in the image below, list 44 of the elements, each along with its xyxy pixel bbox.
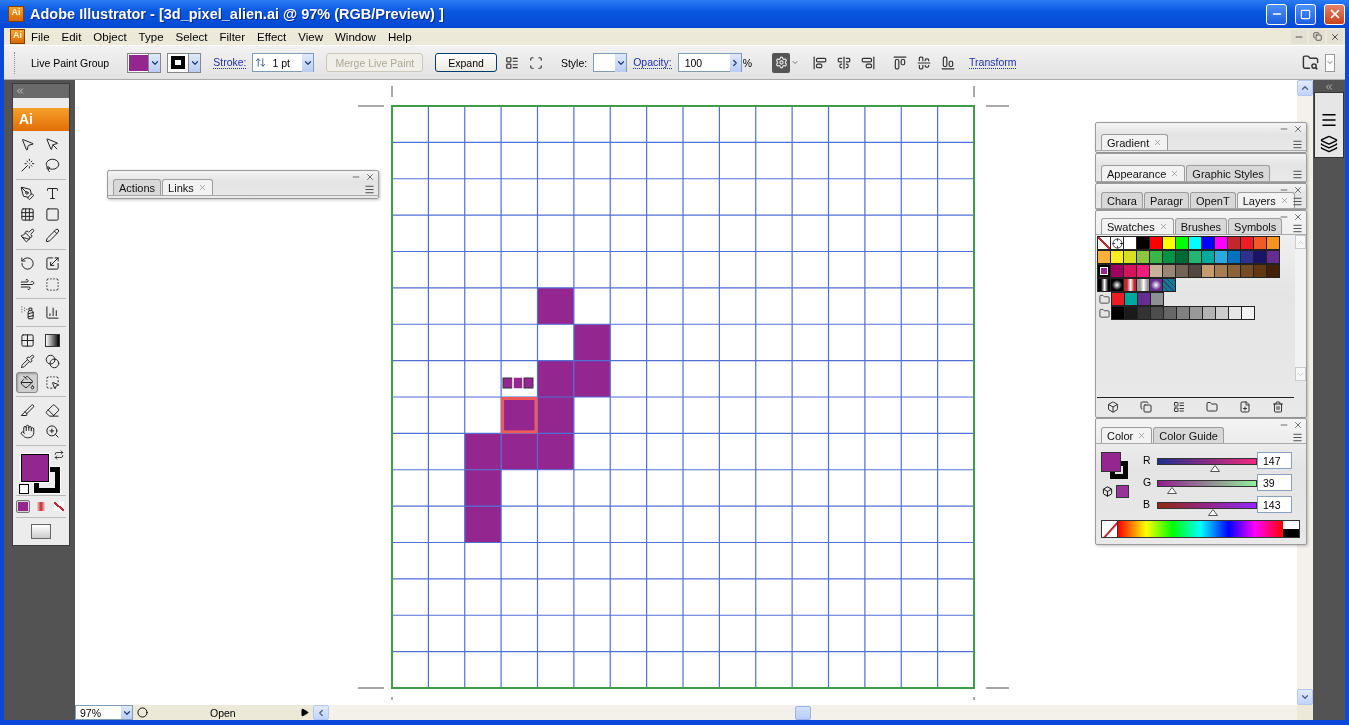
panel-tab[interactable]: OpenT <box>1190 192 1236 208</box>
stroke-weight-field[interactable]: 1 pt <box>252 53 315 72</box>
panel-tab[interactable]: Color Guide <box>1153 427 1224 443</box>
panel-tab[interactable]: Brushes <box>1174 218 1228 234</box>
menu-item[interactable]: Effect <box>251 30 293 43</box>
channel-label: R <box>1143 454 1152 466</box>
status-text: Open <box>210 706 237 719</box>
channel-label: G <box>1143 476 1153 488</box>
channel-value-field[interactable]: 143 <box>1257 496 1292 513</box>
opacity-field[interactable]: 100 <box>677 53 742 72</box>
menu-item[interactable]: Edit <box>55 30 88 43</box>
panel-tab[interactable]: Color <box>1101 427 1153 443</box>
menu-item[interactable]: Window <box>329 30 382 43</box>
transform-link[interactable]: Transform <box>969 56 1017 69</box>
menu-item[interactable]: Select <box>169 30 214 43</box>
opacity-link[interactable]: Opacity: <box>633 56 672 69</box>
panel-tab[interactable]: Swatches <box>1101 218 1174 234</box>
panel-tab[interactable]: Chara <box>1101 192 1143 208</box>
panel-tab[interactable]: Symbols <box>1228 218 1283 234</box>
channel-value-field[interactable]: 39 <box>1257 474 1292 491</box>
menu-item[interactable]: Object <box>87 30 133 43</box>
menu-item[interactable]: Help <box>381 30 418 43</box>
panel-tab[interactable]: Links <box>162 179 213 195</box>
channel-label: B <box>1143 498 1151 510</box>
panel-tab[interactable]: Graphic Styles <box>1186 165 1270 181</box>
window-title: Adobe Illustrator - [3d_pixel_alien.ai @ 97% (RGB/Preview) ] <box>30 6 445 22</box>
panel-tab[interactable]: Layers <box>1236 192 1295 208</box>
panel-tab[interactable]: Appearance <box>1101 165 1186 181</box>
panel-tab[interactable]: Gradient <box>1101 134 1169 150</box>
selection-label: Live Paint Group <box>31 56 110 69</box>
app-icon: Ai <box>8 6 24 22</box>
percent-sign: % <box>742 56 753 69</box>
channel-value-field[interactable]: 147 <box>1257 452 1292 469</box>
style-label: Style: <box>560 56 588 69</box>
panel-tab[interactable]: Actions <box>113 179 162 195</box>
expand-button[interactable]: Expand <box>435 53 497 72</box>
stroke-link[interactable]: Stroke: <box>213 56 247 69</box>
menu-item[interactable]: Filter <box>213 30 252 43</box>
menu-item[interactable]: File <box>25 30 56 43</box>
menu-item[interactable]: View <box>292 30 329 43</box>
panel-tab[interactable]: Paragr <box>1143 192 1189 208</box>
menu-item[interactable]: Type <box>132 30 170 43</box>
zoom-field[interactable]: 97% <box>75 705 133 720</box>
app-badge: Ai <box>13 108 69 131</box>
